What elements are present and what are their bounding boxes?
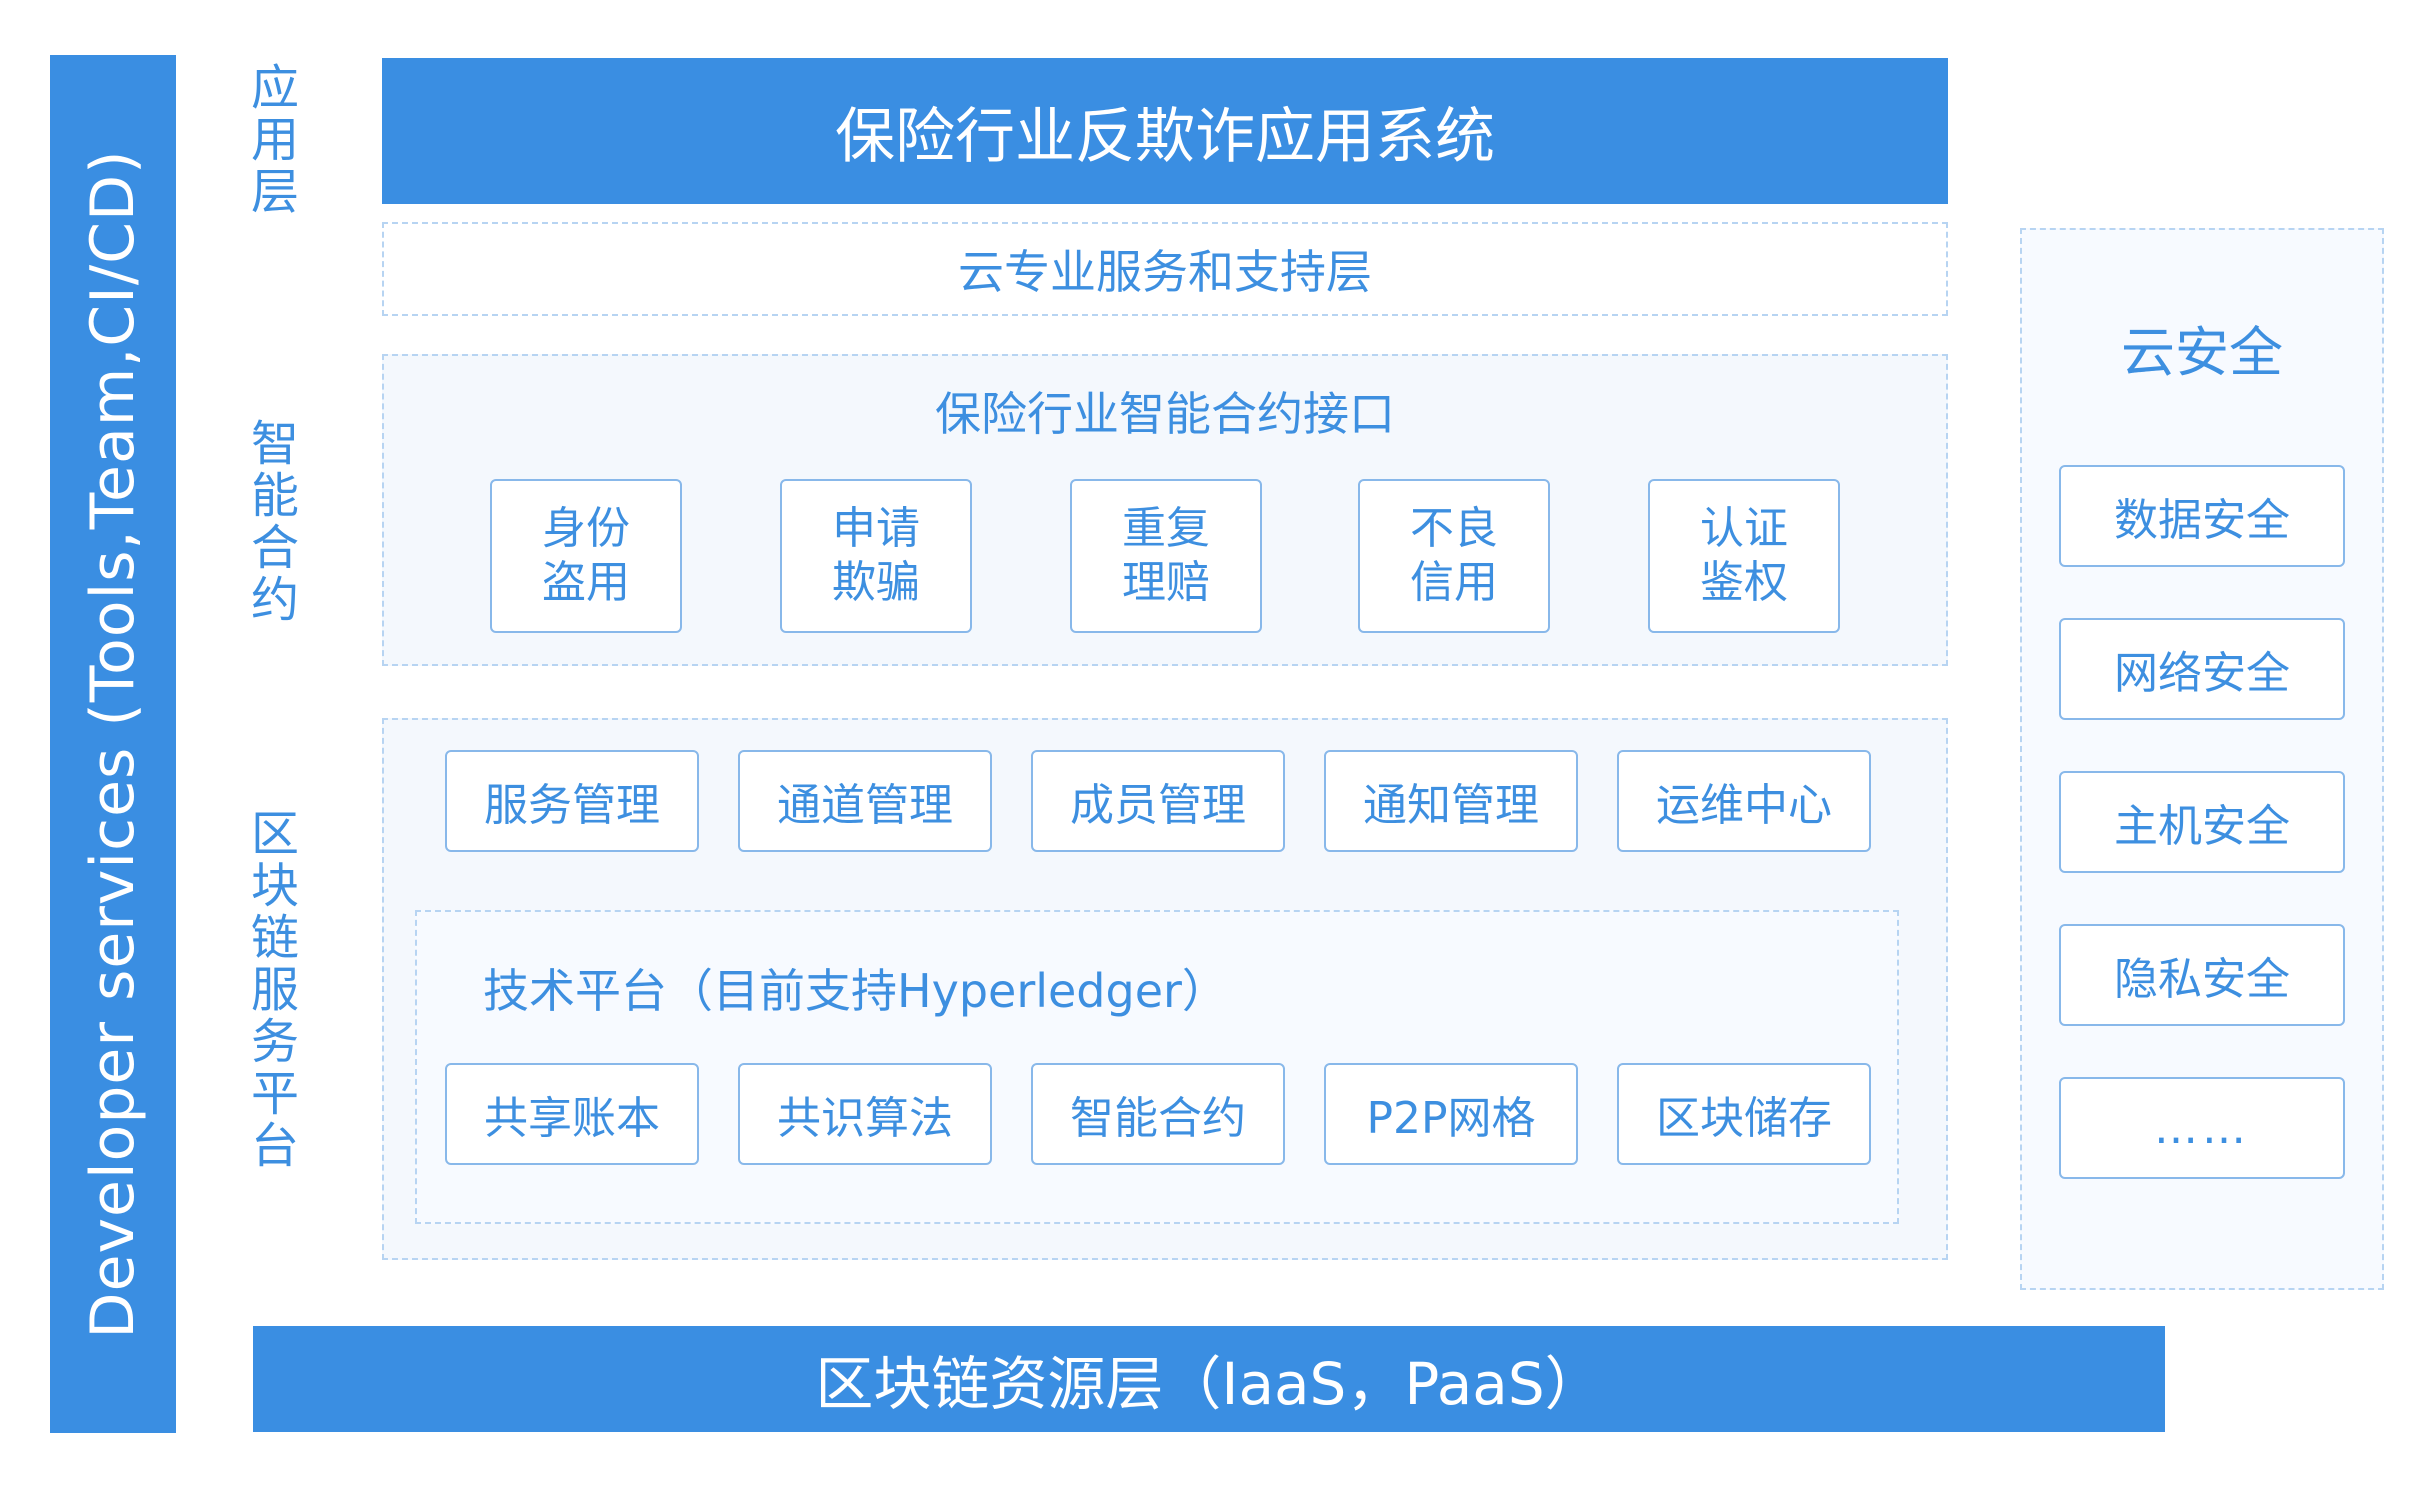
tech-platform-title: 技术平台（目前支持Hyperledger） — [483, 964, 1228, 1018]
member-management-box: 成员管理 — [1031, 750, 1285, 852]
smart-contract-layer-label: 智 能 合 约 — [250, 416, 299, 628]
smart-contract-box: 智能合约 — [1031, 1063, 1285, 1165]
contract-item-authentication: 认证 鉴权 — [1648, 479, 1840, 633]
operations-center-box: 运维中心 — [1617, 750, 1871, 852]
p2p-network-box: P2P网格 — [1324, 1063, 1578, 1165]
network-security-box: 网络安全 — [2059, 618, 2345, 720]
developer-services-label: Developer services (Tools,Team,CI/CD) — [78, 149, 148, 1339]
developer-services-bar: Developer services (Tools,Team,CI/CD) — [50, 55, 176, 1433]
contract-item-bad-credit: 不良 信用 — [1358, 479, 1550, 633]
channel-management-box: 通道管理 — [738, 750, 992, 852]
blockchain-service-layer-label: 区 块 链 服 务 平 台 — [250, 806, 299, 1174]
contract-interface-title: 保险行业智能合约接口 — [935, 387, 1395, 441]
application-system-bar: 保险行业反欺诈应用系统 — [382, 58, 1948, 204]
block-storage-box: 区块储存 — [1617, 1063, 1871, 1165]
resource-layer-bar: 区块链资源层（IaaS，PaaS） — [253, 1326, 2165, 1432]
contract-item-application-fraud: 申请 欺骗 — [780, 479, 972, 633]
service-management-box: 服务管理 — [445, 750, 699, 852]
cloud-service-layer: 云专业服务和支持层 — [382, 222, 1948, 316]
contract-item-duplicate-claims: 重复 理赔 — [1070, 479, 1262, 633]
application-layer-label: 应 用 层 — [250, 60, 299, 220]
contract-item-identity-theft: 身份 盗用 — [490, 479, 682, 633]
cloud-security-title: 云安全 — [2121, 321, 2283, 384]
privacy-security-box: 隐私安全 — [2059, 924, 2345, 1026]
data-security-box: 数据安全 — [2059, 465, 2345, 567]
shared-ledger-box: 共享账本 — [445, 1063, 699, 1165]
resource-layer-title: 区块链资源层（IaaS，PaaS） — [815, 1350, 1603, 1418]
cloud-service-layer-title: 云专业服务和支持层 — [958, 245, 1372, 299]
notification-management-box: 通知管理 — [1324, 750, 1578, 852]
consensus-algorithm-box: 共识算法 — [738, 1063, 992, 1165]
application-system-title: 保险行业反欺诈应用系统 — [835, 101, 1495, 172]
host-security-box: 主机安全 — [2059, 771, 2345, 873]
more-security-box: …… — [2059, 1077, 2345, 1179]
